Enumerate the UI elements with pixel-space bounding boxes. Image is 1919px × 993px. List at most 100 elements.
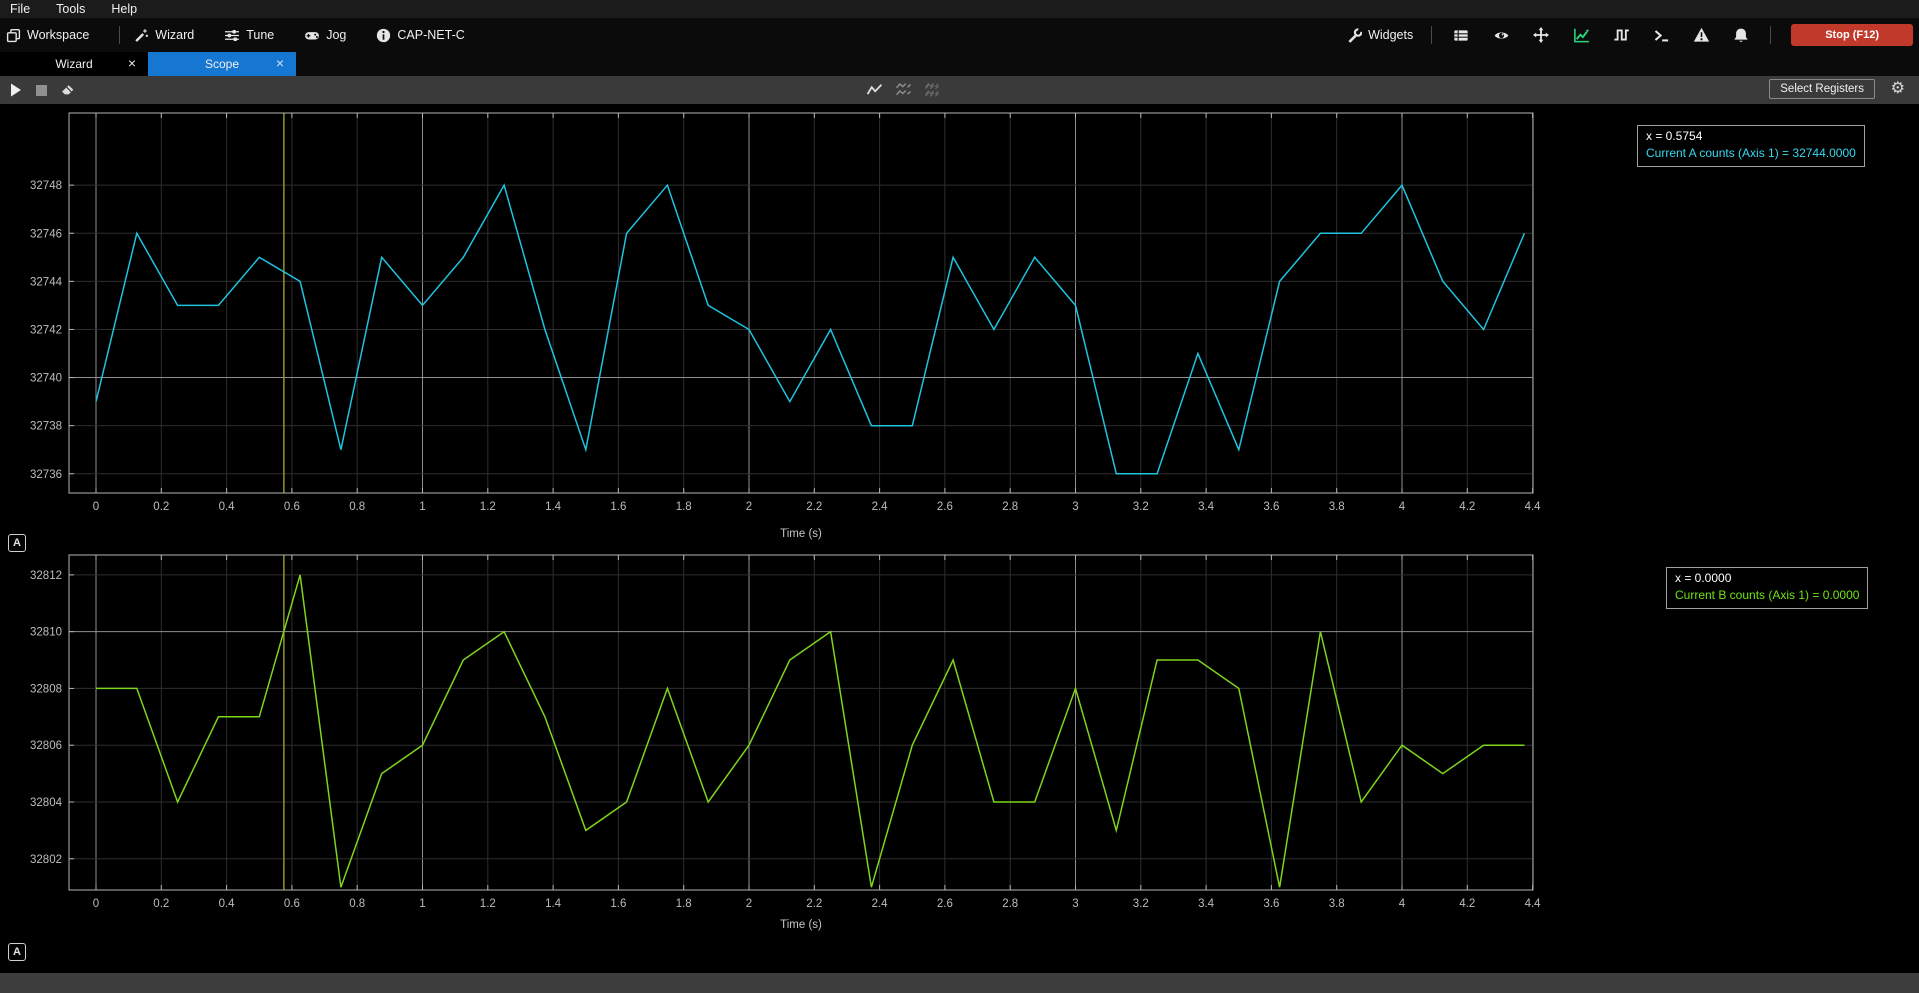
svg-text:32744: 32744 <box>30 276 63 288</box>
series-line <box>96 575 1524 887</box>
svg-text:3.6: 3.6 <box>1263 898 1279 910</box>
scope-chart-current-a[interactable]: 00.20.40.60.811.21.41.61.822.22.42.62.83… <box>0 104 1919 556</box>
svg-text:1.2: 1.2 <box>480 898 496 910</box>
svg-text:2.2: 2.2 <box>806 501 822 513</box>
tooltip-series-value: Current A counts (Axis 1) = 32744.0000 <box>1646 145 1856 162</box>
svg-text:2.4: 2.4 <box>872 501 889 513</box>
svg-text:1.8: 1.8 <box>676 501 692 513</box>
menu-file[interactable]: File <box>10 2 30 16</box>
application-window: File Tools Help Workspace Wizard <box>0 0 1919 993</box>
svg-text:4.2: 4.2 <box>1459 898 1475 910</box>
svg-text:1.4: 1.4 <box>545 898 562 910</box>
toolbar-separator <box>1431 26 1432 44</box>
svg-text:4: 4 <box>1399 501 1406 513</box>
svg-text:32748: 32748 <box>30 180 62 192</box>
svg-text:Time (s): Time (s) <box>780 528 822 540</box>
scope-chart-current-b[interactable]: 00.20.40.60.811.21.41.61.822.22.42.62.83… <box>0 548 1919 973</box>
tab-label: Scope <box>205 57 239 71</box>
svg-text:4.4: 4.4 <box>1525 501 1542 513</box>
tune-button[interactable]: Tune <box>224 28 274 43</box>
svg-text:1: 1 <box>419 501 425 513</box>
jog-button[interactable]: Jog <box>304 28 346 43</box>
svg-text:32802: 32802 <box>30 854 62 866</box>
tooltip-x-value: x = 0.0000 <box>1675 570 1859 587</box>
select-registers-button[interactable]: Select Registers <box>1769 79 1875 99</box>
svg-text:2.2: 2.2 <box>806 898 822 910</box>
jog-label: Jog <box>326 28 346 42</box>
notifications-bell-icon[interactable] <box>1730 24 1752 46</box>
widgets-label: Widgets <box>1368 28 1413 42</box>
wrench-icon <box>1347 28 1362 43</box>
svg-text:0.8: 0.8 <box>349 898 365 910</box>
svg-text:32742: 32742 <box>30 324 62 336</box>
single-trace-icon[interactable] <box>866 82 883 97</box>
svg-text:1: 1 <box>419 898 425 910</box>
close-icon[interactable]: × <box>276 55 284 71</box>
device-label: CAP-NET-C <box>397 28 464 42</box>
svg-text:0.6: 0.6 <box>284 501 300 513</box>
info-icon <box>376 28 391 43</box>
clear-eraser-icon[interactable] <box>60 83 75 97</box>
play-icon[interactable] <box>10 83 22 97</box>
svg-text:1.6: 1.6 <box>610 501 626 513</box>
status-bar <box>0 973 1919 993</box>
svg-text:4.4: 4.4 <box>1525 898 1542 910</box>
svg-text:0.4: 0.4 <box>219 501 236 513</box>
workspace-button[interactable]: Workspace <box>6 28 89 43</box>
stop-capture-icon[interactable] <box>36 85 47 96</box>
cursor-tooltip-b: x = 0.0000 Current B counts (Axis 1) = 0… <box>1666 567 1868 609</box>
svg-text:Time (s): Time (s) <box>780 919 822 931</box>
svg-text:32810: 32810 <box>30 627 62 639</box>
svg-text:1.8: 1.8 <box>676 898 692 910</box>
close-icon[interactable]: × <box>128 55 136 71</box>
wizard-button[interactable]: Wizard <box>134 28 194 43</box>
tab-scope[interactable]: Scope × <box>148 52 296 76</box>
svg-text:1.6: 1.6 <box>610 898 626 910</box>
move-icon[interactable] <box>1530 24 1552 46</box>
svg-text:1.4: 1.4 <box>545 501 562 513</box>
warning-icon[interactable] <box>1690 24 1712 46</box>
svg-text:2.4: 2.4 <box>872 898 889 910</box>
svg-text:32738: 32738 <box>30 421 62 433</box>
registers-table-icon[interactable] <box>1450 24 1472 46</box>
svg-text:3.2: 3.2 <box>1133 898 1149 910</box>
dual-trace-icon[interactable] <box>895 82 912 97</box>
tooltip-x-value: x = 0.5754 <box>1646 128 1856 145</box>
tab-wizard[interactable]: Wizard × <box>0 52 148 76</box>
toolbar-right-group: Widgets <box>1347 24 1913 46</box>
scope-toolbar: Select Registers ⚙ <box>0 76 1919 104</box>
svg-text:0.8: 0.8 <box>349 501 365 513</box>
autoscale-button-b[interactable]: A <box>8 943 26 961</box>
tune-label: Tune <box>246 28 274 42</box>
tooltip-series-value: Current B counts (Axis 1) = 0.0000 <box>1675 587 1859 604</box>
stop-button[interactable]: Stop (F12) <box>1791 24 1913 46</box>
svg-text:3.2: 3.2 <box>1133 501 1149 513</box>
scope-chart-icon[interactable] <box>1570 24 1592 46</box>
svg-text:2: 2 <box>746 501 752 513</box>
svg-text:0.6: 0.6 <box>284 898 300 910</box>
device-button[interactable]: CAP-NET-C <box>376 28 464 43</box>
tune-icon <box>224 28 240 43</box>
wand-icon <box>134 28 149 43</box>
menu-tools[interactable]: Tools <box>56 2 85 16</box>
toolbar-separator <box>1770 26 1771 44</box>
workspace-label: Workspace <box>27 28 89 42</box>
svg-text:0.2: 0.2 <box>153 501 169 513</box>
tab-label: Wizard <box>55 57 92 71</box>
svg-text:32736: 32736 <box>30 469 62 481</box>
svg-text:0: 0 <box>93 501 99 513</box>
widgets-button[interactable]: Widgets <box>1347 28 1413 43</box>
menu-help[interactable]: Help <box>111 2 137 16</box>
wizard-label: Wizard <box>155 28 194 42</box>
gear-icon[interactable]: ⚙ <box>1891 78 1905 98</box>
autoscale-button-a[interactable]: A <box>8 534 26 552</box>
watch-eye-icon[interactable] <box>1490 24 1512 46</box>
square-wave-icon[interactable] <box>1610 24 1632 46</box>
quad-trace-icon[interactable] <box>924 82 941 97</box>
terminal-icon[interactable] <box>1650 24 1672 46</box>
jog-icon <box>304 28 320 43</box>
svg-text:32804: 32804 <box>30 797 63 809</box>
svg-text:32808: 32808 <box>30 683 62 695</box>
svg-text:2.8: 2.8 <box>1002 898 1018 910</box>
svg-text:0: 0 <box>93 898 99 910</box>
